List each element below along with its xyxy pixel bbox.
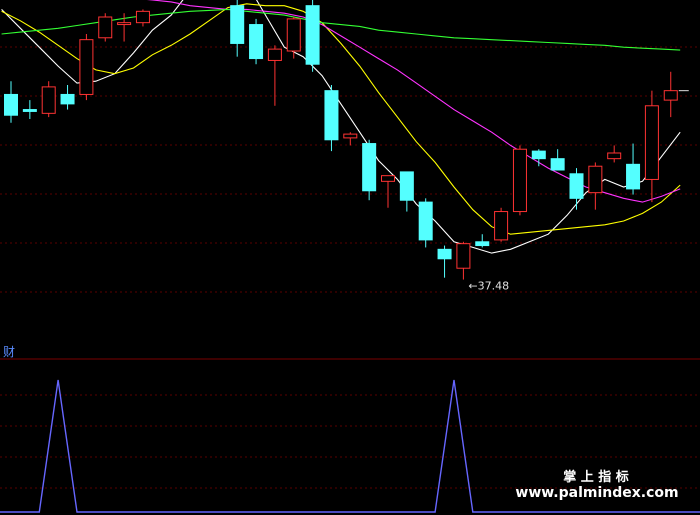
candle-body xyxy=(663,90,678,101)
ma-line-2 xyxy=(1,3,681,235)
candle-body xyxy=(286,18,301,52)
candle-body xyxy=(531,150,546,160)
candle-body xyxy=(437,248,452,260)
candle xyxy=(41,81,56,118)
candle-body xyxy=(399,171,414,201)
candle xyxy=(512,145,527,216)
candle-body xyxy=(569,173,584,199)
candle-body xyxy=(4,93,18,116)
candle xyxy=(418,198,433,248)
candle-body xyxy=(494,211,509,241)
candle xyxy=(22,100,37,119)
grid-layer xyxy=(0,46,700,489)
candle xyxy=(494,207,509,242)
candle-body xyxy=(362,143,377,192)
candle xyxy=(381,175,395,208)
stock-chart: ←37.48 财 掌 上 指 标 www.palmindex.com xyxy=(0,0,700,513)
candle xyxy=(249,18,264,65)
candle xyxy=(456,241,471,280)
candle xyxy=(98,13,113,42)
candle-body xyxy=(79,39,94,95)
candle-body xyxy=(41,86,56,114)
candlestick-series xyxy=(4,0,689,280)
candle xyxy=(626,143,641,195)
candle xyxy=(399,171,414,212)
candle-body xyxy=(60,93,75,105)
candle-body xyxy=(512,148,527,213)
candle-body xyxy=(644,105,659,180)
candle xyxy=(305,0,320,72)
candle xyxy=(267,45,282,106)
candle xyxy=(4,81,18,123)
candle-body xyxy=(267,48,282,61)
candle-body xyxy=(418,201,433,241)
candle xyxy=(475,234,490,248)
candle xyxy=(60,85,75,110)
candle-body xyxy=(550,158,565,171)
candle xyxy=(343,132,358,146)
candle-body xyxy=(249,24,264,60)
candle-body xyxy=(230,5,245,44)
candle-body xyxy=(475,241,490,247)
candle-body xyxy=(135,10,150,24)
annotation-layer: ←37.48 财 掌 上 指 标 www.palmindex.com xyxy=(3,280,679,501)
candle xyxy=(286,17,301,59)
candle xyxy=(607,145,622,163)
candle-body xyxy=(22,109,37,112)
watermark-title: 掌 上 指 标 xyxy=(563,469,629,485)
candle xyxy=(550,149,565,171)
candle-body xyxy=(607,152,622,160)
low-price-annotation: ←37.48 xyxy=(468,280,509,293)
candle xyxy=(79,34,94,101)
candle-body xyxy=(588,165,603,194)
candle-body xyxy=(305,5,320,65)
candle-body xyxy=(98,16,113,39)
chart-stage: ←37.48 财 掌 上 指 标 www.palmindex.com xyxy=(0,0,700,515)
candle xyxy=(135,9,150,27)
watermark-url: www.palmindex.com xyxy=(515,485,678,501)
candle xyxy=(437,245,452,278)
candle xyxy=(644,90,659,203)
candle-body xyxy=(381,175,395,182)
candle xyxy=(588,162,603,210)
candle-body xyxy=(343,133,358,139)
candle xyxy=(324,85,339,152)
indicator-title: 财 xyxy=(3,345,15,359)
candle xyxy=(362,139,377,201)
candle-body xyxy=(324,90,339,141)
candle xyxy=(531,149,546,167)
candle-body xyxy=(117,22,132,26)
candle-body xyxy=(456,243,471,269)
candle xyxy=(569,168,584,210)
candle xyxy=(663,71,678,118)
candle xyxy=(230,0,245,57)
candle-body xyxy=(626,163,641,190)
